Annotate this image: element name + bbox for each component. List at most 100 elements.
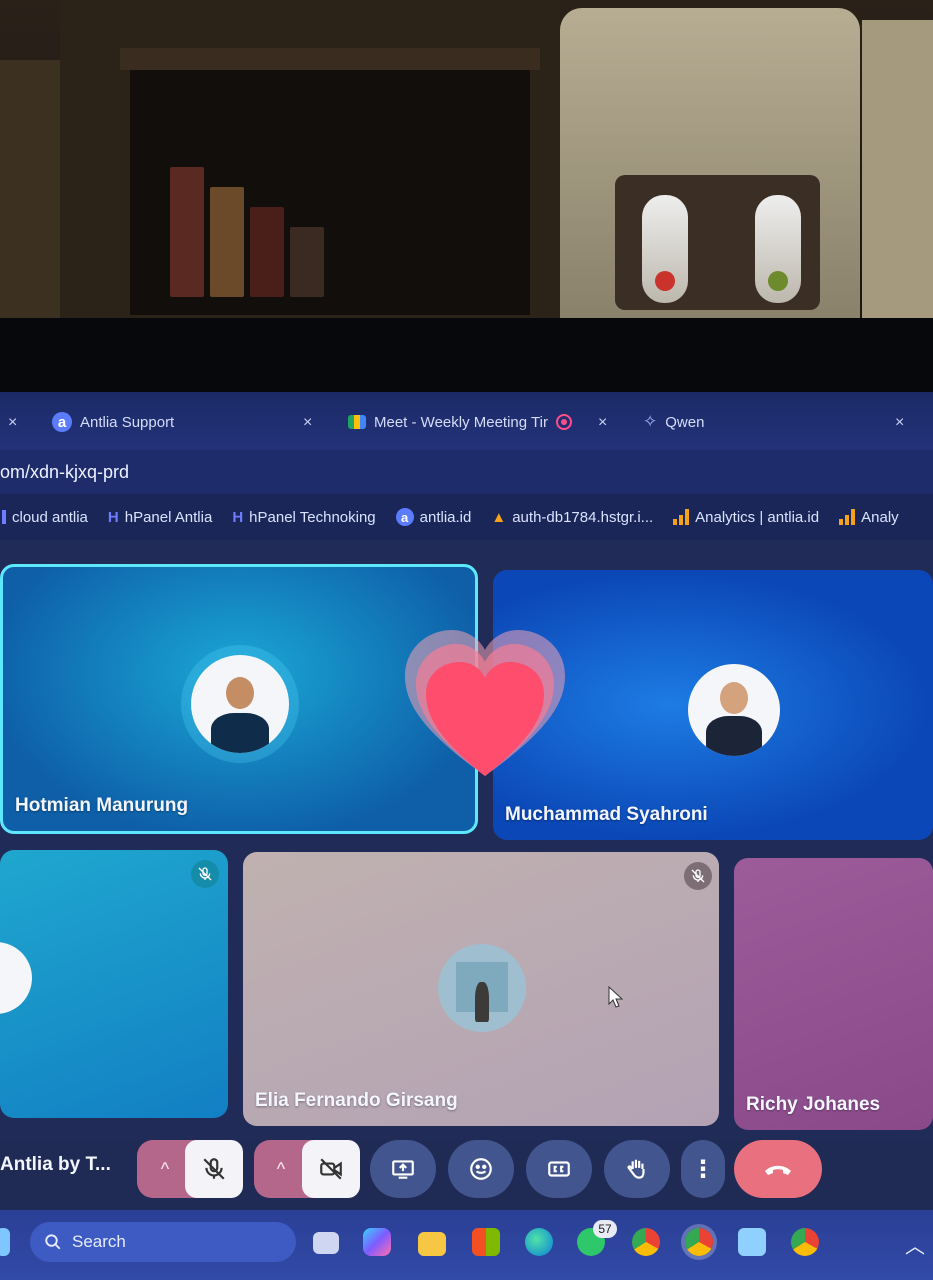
notepad-icon[interactable] (738, 1228, 766, 1256)
chevron-up-icon: ^ (160, 1158, 170, 1179)
shelf-interior (130, 70, 530, 315)
book (170, 167, 204, 297)
participant-name: Hotmian Manurung (15, 795, 189, 816)
tab-label: Qwen (665, 413, 705, 431)
bookmark-analytics[interactable]: Analytics | antlia.id (673, 509, 819, 526)
tab-label: Meet - Weekly Meeting Tir (374, 413, 548, 431)
file-explorer-icon[interactable] (418, 1232, 446, 1256)
laptop-screen: × a Antlia Support × Meet - Weekly Meeti… (0, 392, 933, 1280)
start-icon[interactable] (0, 1228, 10, 1256)
end-call-icon (765, 1165, 791, 1175)
mic-options-button[interactable]: ^ (150, 1152, 180, 1186)
chevron-up-icon[interactable]: ︿ (905, 1230, 925, 1259)
tab-close-button[interactable]: × (303, 414, 312, 432)
heart-reaction-icon (405, 630, 565, 776)
bookmark-hpanel-antlia[interactable]: H hPanel Antlia (108, 509, 212, 526)
shelf-board (120, 48, 540, 70)
participant-name: Richy Johanes (746, 1094, 881, 1115)
book (210, 187, 244, 297)
bookmark-label: hPanel Technoking (249, 508, 376, 526)
bookmark-hpanel-technoking[interactable]: H hPanel Technoking (232, 509, 375, 526)
participant-tile[interactable]: Richy Johanes (734, 858, 933, 1130)
camera-off-icon (320, 1158, 342, 1180)
participant-name: Muchammad Syahroni (505, 804, 708, 825)
present-screen-button[interactable] (370, 1140, 436, 1198)
participant-tile[interactable]: Elia Fernando Girsang (243, 852, 719, 1126)
emoji-reaction-button[interactable] (448, 1140, 514, 1198)
qwen-icon: ✧ (643, 412, 658, 431)
mic-off-icon (203, 1158, 225, 1180)
mouse-cursor-icon (608, 986, 624, 1008)
chrome-icon[interactable] (632, 1228, 660, 1256)
edge-icon[interactable] (525, 1228, 553, 1256)
chrome-app-icon[interactable] (791, 1228, 819, 1256)
browser-tab-bar: × a Antlia Support × Meet - Weekly Meeti… (0, 392, 933, 450)
captions-button[interactable] (526, 1140, 592, 1198)
bookmark-cloud-antlia[interactable]: cloud antlia (2, 509, 88, 526)
captions-icon (548, 1161, 570, 1177)
folder-icon (2, 510, 6, 524)
address-bar[interactable]: om/xdn-kjxq-prd (0, 450, 933, 494)
tab-close-button[interactable]: × (598, 414, 607, 432)
tab-close-button[interactable]: × (895, 414, 904, 432)
tab-qwen[interactable]: ✧ Qwen (643, 404, 704, 440)
antlia-logo-icon: a (395, 508, 414, 526)
bookmark-antlia-id[interactable]: a antlia.id (395, 508, 472, 526)
camera-options-button[interactable]: ^ (266, 1152, 296, 1186)
more-options-button[interactable]: ⋮ (681, 1140, 725, 1198)
mic-muted-icon (191, 860, 219, 888)
analytics-icon (839, 509, 856, 525)
leave-call-button[interactable] (734, 1140, 822, 1198)
dispenser-tap-cold (755, 195, 801, 303)
bookmark-auth-db[interactable]: ▲ auth-db1784.hstgr.i... (491, 509, 653, 526)
chevron-up-icon: ^ (276, 1158, 286, 1179)
url-text: om/xdn-kjxq-prd (0, 462, 130, 482)
participant-avatar (438, 944, 526, 1032)
participant-avatar (191, 655, 289, 753)
tab-close-button[interactable]: × (8, 414, 17, 432)
hostinger-icon: H (232, 508, 244, 526)
bookmark-label: Analytics | antlia.id (695, 508, 820, 526)
bookmark-analytics-2[interactable]: Analy (839, 509, 899, 526)
more-vert-icon: ⋮ (691, 1155, 715, 1183)
phpmyadmin-icon: ▲ (491, 508, 507, 526)
bookmark-label: hPanel Antlia (124, 508, 213, 526)
tab-antlia-support[interactable]: a Antlia Support (52, 404, 174, 440)
notification-badge: 57 (593, 1220, 617, 1238)
meeting-title: Antlia by T... (0, 1154, 111, 1175)
bookmark-label: Analy (861, 508, 899, 526)
analytics-icon (673, 509, 690, 525)
participant-avatar (688, 664, 780, 756)
raise-hand-icon (627, 1159, 645, 1179)
mic-toggle-button[interactable] (185, 1140, 243, 1198)
tab-meet[interactable]: Meet - Weekly Meeting Tir (348, 404, 572, 440)
camera-toggle-button[interactable] (302, 1140, 360, 1198)
book (290, 227, 324, 297)
participant-avatar (0, 942, 32, 1014)
bookmark-label: cloud antlia (12, 508, 88, 526)
bookmarks-bar: cloud antlia H hPanel Antlia H hPanel Te… (0, 494, 933, 540)
task-view-icon[interactable] (313, 1232, 339, 1254)
microsoft-store-icon[interactable] (472, 1228, 500, 1256)
taskbar-search[interactable]: Search (30, 1222, 296, 1262)
bookmark-label: antlia.id (419, 508, 472, 526)
participant-tile[interactable] (0, 850, 228, 1118)
meeting-grid: Hotmian Manurung Muchammad Syahroni Elia… (0, 540, 933, 1140)
tab-label: Antlia Support (80, 413, 175, 431)
antlia-logo-icon: a (52, 412, 72, 432)
google-meet-icon (348, 415, 366, 429)
dispenser-tap-hot (642, 195, 688, 303)
copilot-icon[interactable] (363, 1228, 391, 1256)
bookmark-label: auth-db1784.hstgr.i... (512, 508, 654, 526)
present-screen-icon (392, 1160, 414, 1179)
windows-taskbar: Search 57 ︿ (0, 1210, 933, 1280)
hostinger-icon: H (107, 508, 119, 526)
room-background (0, 0, 933, 330)
emoji-icon (470, 1158, 492, 1180)
search-icon (45, 1234, 61, 1250)
laptop-bezel (0, 318, 933, 398)
chrome-profile-icon[interactable] (685, 1228, 713, 1256)
raise-hand-button[interactable] (604, 1140, 670, 1198)
meeting-controls-bar: Antlia by T... ^ ^ ⋮ (0, 1140, 933, 1210)
wall (862, 20, 933, 320)
